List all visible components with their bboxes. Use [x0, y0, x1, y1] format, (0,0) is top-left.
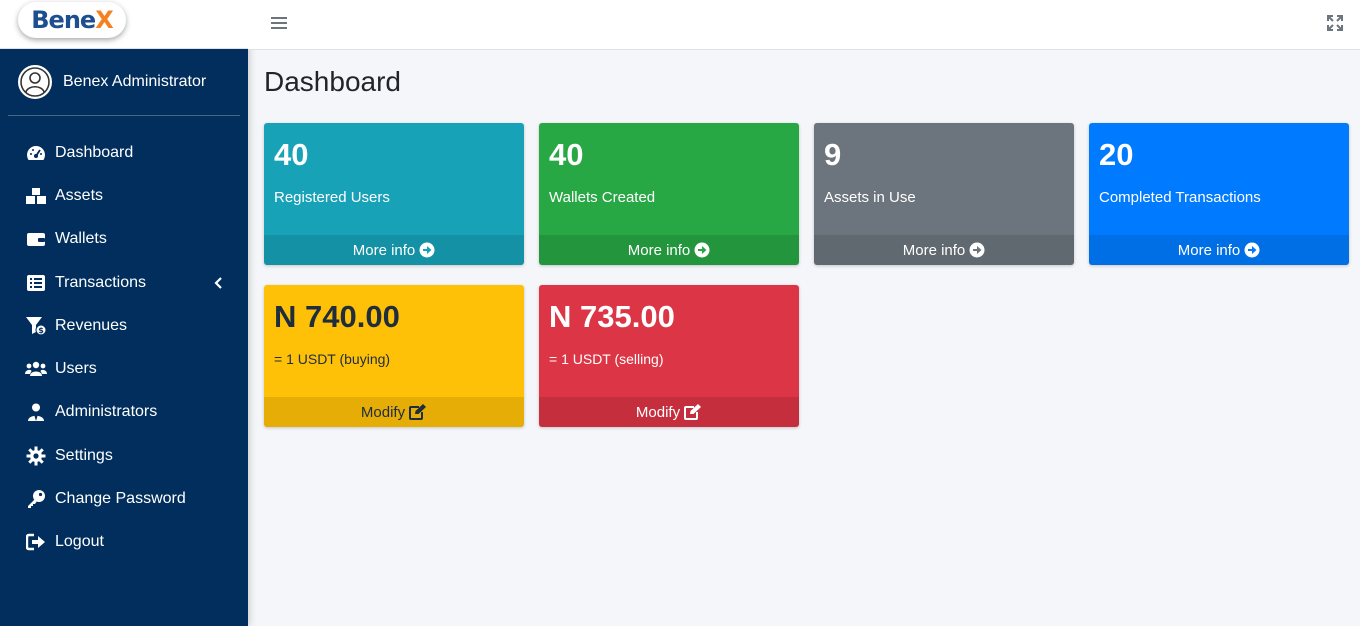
sidebar-item-change-password[interactable]: Change Password [0, 477, 248, 520]
rate-card-selling: N 735.00 = 1 USDT (selling) Modify [539, 285, 799, 427]
page-title: Dashboard [264, 66, 401, 97]
modify-button[interactable]: Modify [539, 397, 799, 427]
fullscreen-expand-icon[interactable] [1326, 14, 1344, 32]
users-icon [25, 358, 47, 380]
cog-icon [25, 445, 47, 467]
card-value: 9 [824, 137, 842, 172]
sidebar-item-label: Assets [55, 186, 104, 204]
card-value: 40 [274, 137, 309, 172]
card-label: = 1 USDT (selling) [549, 351, 664, 367]
sidebar-item-wallets[interactable]: Wallets [0, 218, 248, 261]
arrow-circle-right-icon [969, 242, 985, 258]
boxes-icon [25, 185, 47, 207]
stat-card-registered-users: 40 Registered Users More info [264, 123, 524, 265]
card-label: Wallets Created [549, 189, 656, 206]
sidebar: BeneX Benex Administrator Dashboard Asse… [0, 0, 248, 626]
sidebar-item-label: Wallets [55, 230, 107, 248]
card-value: 40 [549, 137, 584, 172]
more-info-link[interactable]: More info [264, 235, 524, 265]
sidebar-item-label: Administrators [55, 403, 158, 421]
more-info-link[interactable]: More info [539, 235, 799, 265]
arrow-circle-right-icon [1244, 242, 1260, 258]
hamburger-menu-icon[interactable] [270, 14, 288, 32]
card-footer-label: Modify [635, 403, 681, 421]
user-avatar-icon [18, 65, 52, 99]
card-value: N 735.00 [549, 299, 675, 334]
edit-icon [409, 404, 427, 420]
stat-card-completed-transactions: 20 Completed Transactions More info [1089, 123, 1349, 265]
card-footer-label: Modify [360, 403, 406, 421]
sign-out-icon [25, 531, 47, 553]
sidebar-item-label: Logout [55, 533, 104, 551]
list-alt-icon [25, 272, 47, 294]
svg-text:$: $ [38, 326, 44, 335]
card-value: N 740.00 [274, 299, 400, 334]
tachometer-icon [25, 142, 47, 164]
card-label: Registered Users [274, 189, 390, 206]
funnel-dollar-icon: $ [25, 315, 47, 337]
sidebar-item-label: Revenues [55, 316, 128, 334]
card-value: 20 [1099, 137, 1134, 172]
card-label: = 1 USDT (buying) [274, 351, 391, 367]
arrow-circle-right-icon [419, 242, 435, 258]
sidebar-item-revenues[interactable]: $ Revenues [0, 304, 248, 347]
sidebar-item-transactions[interactable]: Transactions [0, 261, 248, 304]
edit-icon [684, 404, 702, 420]
card-footer-label: More info [627, 241, 691, 259]
logo-x: X [95, 6, 113, 34]
benex-logo[interactable]: BeneX [18, 2, 126, 38]
user-tie-icon [25, 401, 47, 423]
stat-card-wallets-created: 40 Wallets Created More info [539, 123, 799, 265]
card-footer-label: More info [352, 241, 416, 259]
user-name: Benex Administrator [63, 73, 207, 90]
card-label: Assets in Use [824, 189, 916, 206]
card-footer-label: More info [1177, 241, 1241, 259]
more-info-link[interactable]: More info [1089, 235, 1349, 265]
sidebar-item-users[interactable]: Users [0, 347, 248, 390]
card-footer-label: More info [902, 241, 966, 259]
sidebar-item-label: Dashboard [55, 143, 134, 161]
sidebar-item-dashboard[interactable]: Dashboard [0, 131, 248, 174]
sidebar-item-label: Transactions [55, 273, 146, 291]
modify-button[interactable]: Modify [264, 397, 524, 427]
sidebar-item-label: Settings [55, 446, 113, 464]
sidebar-item-label: Users [55, 360, 97, 378]
top-navbar [248, 0, 1360, 50]
user-panel[interactable]: Benex Administrator [8, 49, 240, 116]
key-icon [25, 488, 47, 510]
sidebar-item-assets[interactable]: Assets [0, 174, 248, 217]
rate-card-buying: N 740.00 = 1 USDT (buying) Modify [264, 285, 524, 427]
arrow-circle-right-icon [694, 242, 710, 258]
stat-card-assets-in-use: 9 Assets in Use More info [814, 123, 1074, 265]
sidebar-item-logout[interactable]: Logout [0, 521, 248, 564]
logo-text: Bene [31, 6, 96, 34]
card-label: Completed Transactions [1099, 189, 1261, 206]
chevron-left-icon [214, 276, 224, 290]
sidebar-item-settings[interactable]: Settings [0, 434, 248, 477]
sidebar-item-administrators[interactable]: Administrators [0, 391, 248, 434]
brand-bar: BeneX [0, 0, 248, 49]
sidebar-nav: Dashboard Assets Wallets Transactions $ … [0, 131, 248, 564]
sidebar-item-label: Change Password [55, 490, 186, 508]
more-info-link[interactable]: More info [814, 235, 1074, 265]
wallet-icon [25, 228, 47, 250]
